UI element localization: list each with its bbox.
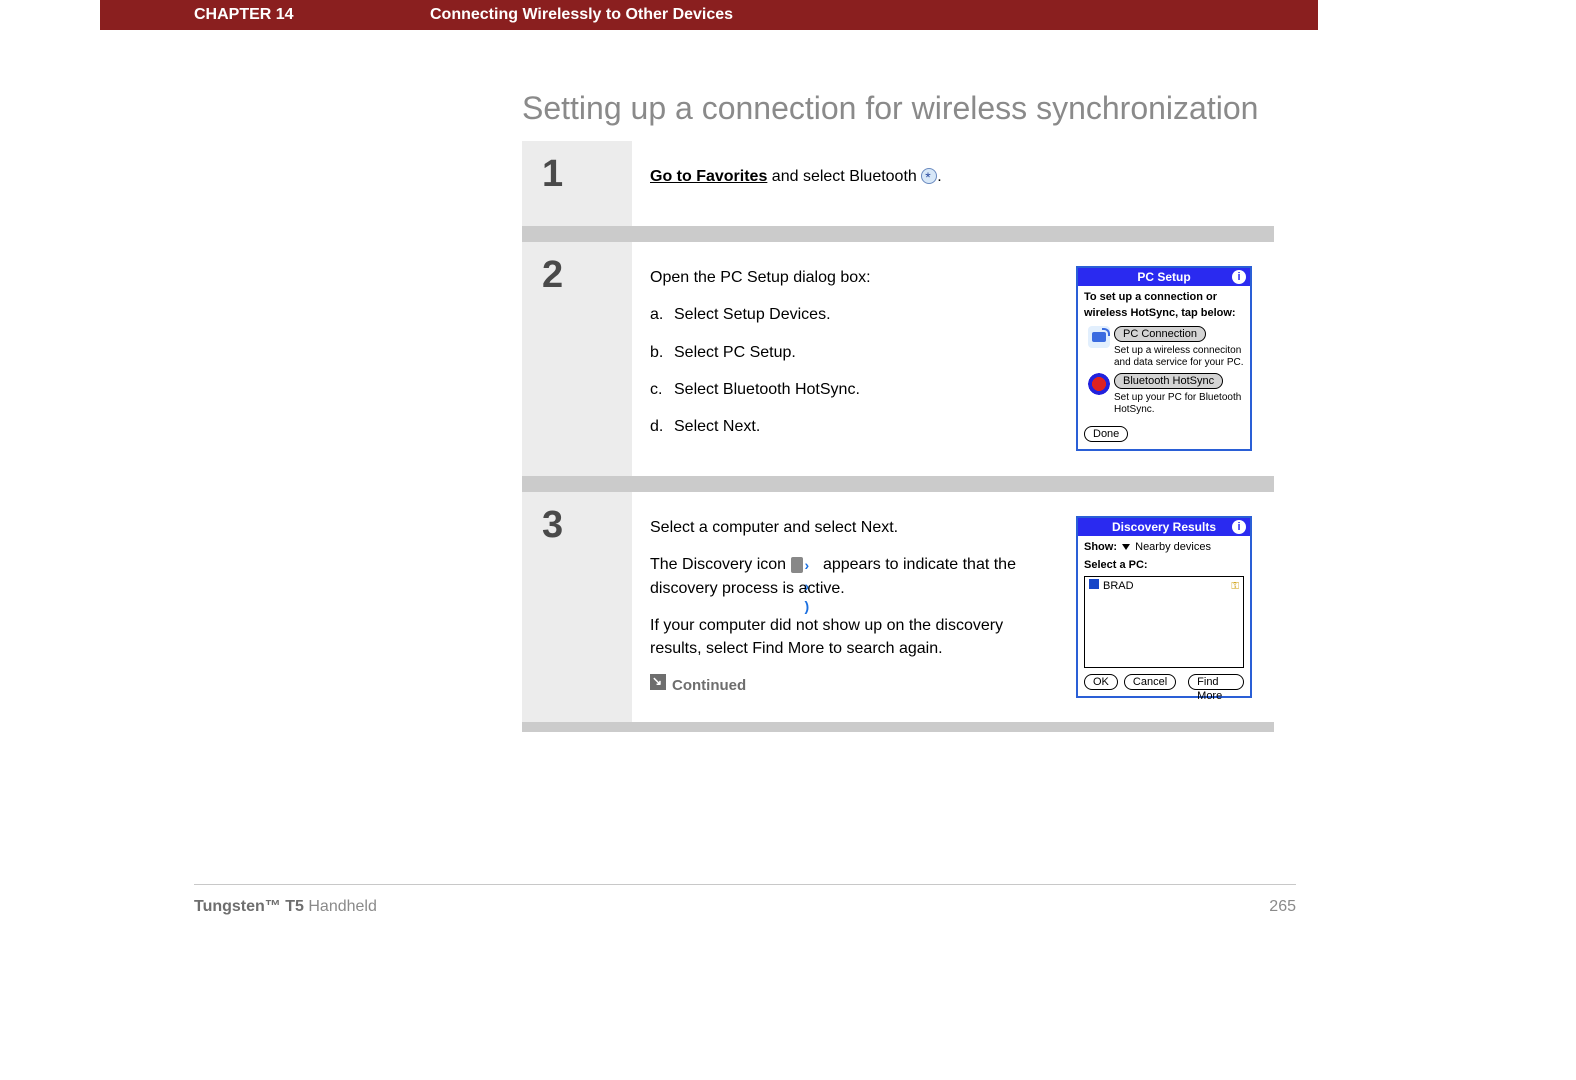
palm-title: PC Setup: [1137, 270, 1190, 284]
palm-body: Show: Nearby devices Select a PC: BRAD ⚿: [1078, 536, 1250, 668]
continued-indicator: Continued: [650, 674, 1058, 697]
list-item-left: BRAD: [1089, 579, 1134, 595]
item-letter: c.: [650, 378, 674, 401]
palm-titlebar: PC Setup i: [1078, 268, 1250, 286]
palm-option-bt-hotsync: Bluetooth HotSync Set up your PC for Blu…: [1088, 373, 1244, 416]
discovery-icon: › › ): [791, 555, 819, 573]
info-icon: i: [1232, 270, 1246, 284]
list-item: d.Select Next.: [650, 415, 1058, 438]
device-name: BRAD: [1103, 580, 1134, 592]
palm-option-pc-connection: PC Connection Set up a wireless connecit…: [1088, 326, 1244, 369]
palm-titlebar: Discovery Results i: [1078, 518, 1250, 536]
chapter-label: CHAPTER 14: [100, 6, 430, 24]
continued-label: Continued: [672, 677, 746, 694]
device-icon: [1089, 579, 1099, 589]
step3-para3: If your computer did not show up on the …: [650, 614, 1058, 660]
step3-para2: The Discovery icon › › ) appears to indi…: [650, 553, 1058, 599]
select-pc-label: Select a PC:: [1084, 558, 1244, 574]
page-number: 265: [1269, 898, 1296, 916]
palm-option-desc: Set up your PC for Bluetooth HotSync.: [1114, 392, 1244, 416]
item-letter: b.: [650, 341, 674, 364]
list-item[interactable]: BRAD ⚿: [1085, 577, 1243, 597]
info-icon: i: [1232, 520, 1246, 534]
product-name: Tungsten™ T5 Handheld: [194, 898, 1269, 916]
step-number: 2: [542, 254, 632, 297]
item-text: Select PC Setup.: [674, 344, 796, 361]
item-letter: d.: [650, 415, 674, 438]
palm-body: To set up a connection or wireless HotSy…: [1078, 286, 1250, 422]
show-value: Nearby devices: [1135, 541, 1211, 553]
item-text: Select Bluetooth HotSync.: [674, 381, 860, 398]
palm-footer: OK Cancel Find More: [1078, 668, 1250, 696]
bluetooth-icon: [921, 168, 937, 184]
palm-footer: Done: [1078, 422, 1250, 449]
palm-option-text: Bluetooth HotSync Set up your PC for Blu…: [1114, 373, 1244, 416]
pc-connection-button[interactable]: PC Connection: [1114, 326, 1206, 342]
section-title: Setting up a connection for wireless syn…: [100, 90, 1318, 127]
favorites-link[interactable]: Go to Favorites: [650, 168, 767, 185]
hotsync-icon: [1088, 373, 1110, 395]
item-letter: a.: [650, 303, 674, 326]
dropdown-triangle-icon[interactable]: [1122, 544, 1130, 550]
palm-option-desc: Set up a wireless conneciton and data se…: [1114, 345, 1244, 369]
palm-screen: PC Setup i To set up a connection or wir…: [1076, 266, 1252, 451]
step-body: Go to Favorites and select Bluetooth .: [632, 141, 1274, 226]
palm-option-text: PC Connection Set up a wireless connecit…: [1114, 326, 1244, 369]
step-row: 1 Go to Favorites and select Bluetooth .: [522, 141, 1274, 242]
palm-screenshot-pc-setup: PC Setup i To set up a connection or wir…: [1076, 266, 1256, 451]
step-row: 3 Select a computer and select Next. The…: [522, 492, 1274, 732]
discovery-list[interactable]: BRAD ⚿: [1084, 576, 1244, 668]
cancel-button[interactable]: Cancel: [1124, 674, 1176, 690]
step2-sublist: a.Select Setup Devices. b.Select PC Setu…: [650, 303, 1058, 438]
step-number-cell: 1: [522, 141, 632, 226]
step3-para2a: The Discovery icon: [650, 556, 791, 573]
list-item: a.Select Setup Devices.: [650, 303, 1058, 326]
find-more-button[interactable]: Find More: [1188, 674, 1244, 690]
key-icon: ⚿: [1231, 580, 1239, 595]
chapter-title: Connecting Wirelessly to Other Devices: [430, 6, 1318, 24]
page-footer: Tungsten™ T5 Handheld 265: [100, 898, 1318, 916]
document-page: CHAPTER 14 Connecting Wirelessly to Othe…: [100, 0, 1318, 940]
step-text: Select a computer and select Next. The D…: [650, 516, 1058, 698]
palm-title: Discovery Results: [1112, 520, 1216, 534]
pc-icon: [1088, 326, 1110, 348]
step1-text-tail: .: [937, 168, 941, 185]
step1-paragraph: Go to Favorites and select Bluetooth .: [650, 165, 1256, 188]
continued-arrow-icon: [650, 674, 666, 690]
bluetooth-hotsync-button[interactable]: Bluetooth HotSync: [1114, 373, 1223, 389]
steps-container: 1 Go to Favorites and select Bluetooth .…: [522, 141, 1274, 732]
list-item: b.Select PC Setup.: [650, 341, 1058, 364]
step3-para1: Select a computer and select Next.: [650, 516, 1058, 539]
palm-screen: Discovery Results i Show: Nearby devices…: [1076, 516, 1252, 698]
step-number: 3: [542, 504, 632, 547]
step-text: Open the PC Setup dialog box: a.Select S…: [650, 266, 1058, 452]
step-row: 2 Open the PC Setup dialog box: a.Select…: [522, 242, 1274, 492]
step-body: Open the PC Setup dialog box: a.Select S…: [632, 242, 1274, 476]
item-text: Select Next.: [674, 418, 760, 435]
ok-button[interactable]: OK: [1084, 674, 1118, 690]
palm-heading: To set up a connection or wireless HotSy…: [1084, 290, 1244, 322]
palm-screenshot-discovery: Discovery Results i Show: Nearby devices…: [1076, 516, 1256, 698]
footer-divider: [194, 884, 1296, 885]
step-number-cell: 3: [522, 492, 632, 722]
step2-lead: Open the PC Setup dialog box:: [650, 266, 1058, 289]
step-number-cell: 2: [522, 242, 632, 476]
step-body: Select a computer and select Next. The D…: [632, 492, 1274, 722]
show-row: Show: Nearby devices: [1084, 540, 1244, 556]
product-rest: Handheld: [304, 898, 377, 915]
show-label: Show:: [1084, 541, 1117, 553]
item-text: Select Setup Devices.: [674, 306, 831, 323]
step-text: Go to Favorites and select Bluetooth .: [650, 165, 1256, 202]
product-bold: Tungsten™ T5: [194, 898, 304, 915]
step1-text-rest: and select Bluetooth: [767, 168, 921, 185]
step-number: 1: [542, 153, 632, 196]
list-item: c.Select Bluetooth HotSync.: [650, 378, 1058, 401]
page-header: CHAPTER 14 Connecting Wirelessly to Othe…: [100, 0, 1318, 30]
done-button[interactable]: Done: [1084, 426, 1128, 442]
